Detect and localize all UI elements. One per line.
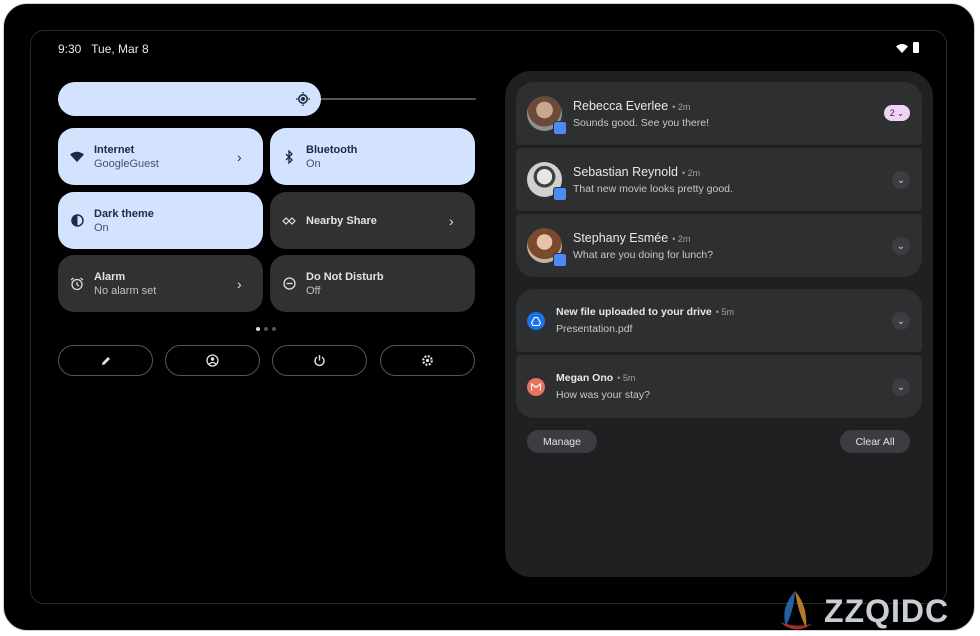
page-dot[interactable] bbox=[264, 327, 268, 331]
tile-title: Do Not Disturb bbox=[306, 270, 384, 283]
power-icon bbox=[314, 355, 325, 367]
nearby-share-icon bbox=[281, 213, 297, 229]
page-dot[interactable] bbox=[256, 327, 260, 331]
tile-subtitle: No alarm set bbox=[94, 284, 157, 297]
messages-app-icon bbox=[553, 253, 567, 267]
notification-time: 5m bbox=[721, 307, 734, 317]
brightness-track[interactable] bbox=[320, 98, 476, 100]
tile-do-not-disturb[interactable]: Do Not Disturb Off bbox=[270, 255, 475, 312]
tile-bluetooth[interactable]: Bluetooth On bbox=[270, 128, 475, 185]
tile-title: Dark theme bbox=[94, 207, 154, 220]
status-icons bbox=[896, 42, 919, 53]
conversation-notification[interactable]: Rebecca Everlee • 2m Sounds good. See you… bbox=[516, 82, 922, 145]
edit-button[interactable] bbox=[58, 345, 153, 376]
page-indicator bbox=[256, 327, 276, 331]
chevron-right-icon: › bbox=[449, 212, 454, 229]
status-bar-clock: 9:30 Tue, Mar 8 bbox=[58, 42, 149, 56]
sender-name: Rebecca Everlee bbox=[573, 99, 669, 113]
brightness-slider[interactable] bbox=[58, 82, 321, 116]
chevron-right-icon: › bbox=[237, 275, 242, 292]
user-icon bbox=[206, 354, 219, 367]
wifi-icon bbox=[69, 149, 85, 165]
notification-time: 5m bbox=[622, 373, 636, 383]
drive-icon bbox=[527, 312, 545, 330]
clock-date: Tue, Mar 8 bbox=[91, 42, 149, 56]
tile-subtitle: GoogleGuest bbox=[94, 157, 159, 170]
user-button[interactable] bbox=[165, 345, 260, 376]
tile-alarm[interactable]: Alarm No alarm set › bbox=[58, 255, 263, 312]
tile-subtitle: On bbox=[94, 221, 109, 234]
message-preview: What are you doing for lunch? bbox=[573, 249, 714, 261]
tile-dark-theme[interactable]: Dark theme On bbox=[58, 192, 263, 249]
dark-theme-icon bbox=[69, 213, 85, 229]
notification-title: New file uploaded to your drive bbox=[556, 306, 712, 318]
chevron-right-icon: › bbox=[237, 148, 242, 165]
expand-button[interactable]: ⌄ bbox=[892, 378, 910, 396]
clock-time: 9:30 bbox=[58, 42, 82, 56]
tile-subtitle: Off bbox=[306, 284, 321, 297]
power-button[interactable] bbox=[272, 345, 367, 376]
alarm-icon bbox=[69, 276, 85, 292]
expand-button[interactable]: ⌄ bbox=[892, 237, 910, 255]
tile-internet[interactable]: Internet GoogleGuest › bbox=[58, 128, 263, 185]
bluetooth-icon bbox=[281, 149, 297, 165]
chevron-down-icon: ⌄ bbox=[896, 174, 906, 186]
notification-text: Presentation.pdf bbox=[556, 323, 633, 335]
sender-name: Sebastian Reynold bbox=[573, 165, 678, 179]
manage-button[interactable]: Manage bbox=[527, 430, 597, 453]
expand-button[interactable]: ⌄ bbox=[892, 171, 910, 189]
settings-icon bbox=[422, 355, 433, 366]
drive-notification[interactable]: New file uploaded to your drive • 5m Pres… bbox=[516, 289, 922, 352]
brightness-icon bbox=[296, 92, 310, 106]
chevron-down-icon: ⌄ bbox=[896, 240, 906, 252]
messages-app-icon bbox=[553, 187, 567, 201]
chevron-down-icon: ⌄ bbox=[896, 315, 906, 327]
settings-button[interactable] bbox=[380, 345, 475, 376]
notification-time: 2m bbox=[677, 234, 691, 244]
do-not-disturb-icon bbox=[281, 276, 297, 292]
sender-name: Stephany Esmée bbox=[573, 231, 669, 245]
tile-title: Internet bbox=[94, 143, 135, 156]
battery-icon bbox=[913, 42, 919, 53]
tile-title: Bluetooth bbox=[306, 143, 358, 156]
message-preview: Sounds good. See you there! bbox=[573, 117, 710, 129]
watermark-logo-icon bbox=[780, 591, 812, 630]
notification-time: 2m bbox=[687, 168, 701, 178]
tile-subtitle: On bbox=[306, 157, 321, 170]
gmail-icon bbox=[527, 378, 545, 396]
message-count-chip[interactable]: 2 ⌄ bbox=[884, 105, 910, 121]
clear-all-button[interactable]: Clear All bbox=[840, 430, 910, 453]
tile-title: Alarm bbox=[94, 270, 126, 283]
edit-icon bbox=[101, 356, 110, 365]
page-dot[interactable] bbox=[272, 327, 276, 331]
messages-app-icon bbox=[553, 121, 567, 135]
chevron-down-icon: ⌄ bbox=[896, 107, 905, 118]
conversation-notification[interactable]: Sebastian Reynold • 2m That new movie loo… bbox=[516, 148, 922, 211]
gmail-notification[interactable]: Megan Ono • 5m How was your stay? ⌄ bbox=[516, 355, 922, 418]
conversation-notification[interactable]: Stephany Esmée • 2m What are you doing fo… bbox=[516, 214, 922, 277]
notification-title: Megan Ono bbox=[556, 372, 614, 384]
message-count: 2 bbox=[889, 108, 895, 118]
watermark-text: ZZQIDC bbox=[824, 592, 950, 629]
notification-time: 2m bbox=[677, 102, 691, 112]
notification-text: How was your stay? bbox=[556, 389, 650, 401]
tile-title: Nearby Share bbox=[306, 214, 377, 227]
watermark: ZZQIDC bbox=[772, 588, 972, 634]
expand-button[interactable]: ⌄ bbox=[892, 312, 910, 330]
chevron-down-icon: ⌄ bbox=[896, 381, 906, 393]
message-preview: That new movie looks pretty good. bbox=[573, 183, 733, 195]
wifi-status-icon bbox=[896, 43, 908, 53]
tile-nearby-share[interactable]: Nearby Share › bbox=[270, 192, 475, 249]
